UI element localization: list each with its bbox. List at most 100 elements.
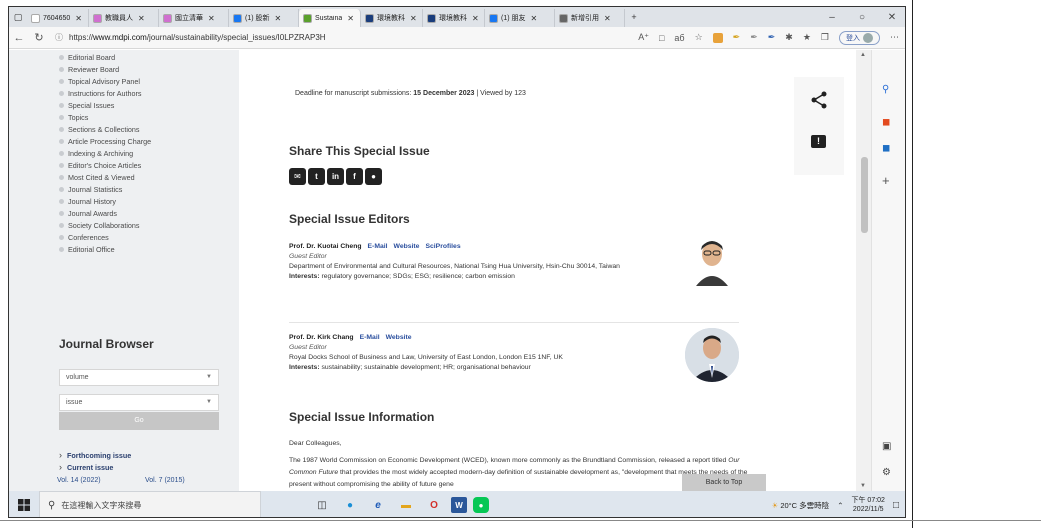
translate-icon[interactable]: aб	[674, 33, 684, 43]
tab-close-icon[interactable]: ✕	[138, 14, 145, 23]
sidebar-item[interactable]: Topics	[59, 113, 88, 122]
tab-close-icon[interactable]: ✕	[208, 14, 215, 23]
current-issue-link[interactable]: › Current issue	[59, 462, 113, 472]
extensions-icon[interactable]: ✱	[785, 32, 793, 43]
back-icon[interactable]: ←	[9, 32, 29, 44]
extension-shopping-icon[interactable]	[712, 32, 723, 43]
refresh-icon[interactable]: ↻	[29, 31, 49, 44]
sidebar-item[interactable]: Most Cited & Viewed	[59, 173, 135, 182]
reader-view-icon[interactable]: □	[659, 33, 664, 43]
sidebar-item[interactable]: Journal Awards	[59, 209, 117, 218]
restore-icon[interactable]: ○	[847, 12, 877, 23]
browser-tab[interactable]: (1) 朋友 ✕	[485, 9, 555, 27]
sidebar-item[interactable]: Society Collaborations	[59, 221, 140, 230]
ie-icon[interactable]: e	[367, 494, 389, 516]
sidebar-item[interactable]: Indexing & Archiving	[59, 149, 133, 158]
browser-tab[interactable]: (1) 股新 ✕	[229, 9, 299, 27]
search-icon[interactable]: ⚲	[882, 84, 889, 95]
back-to-top-button[interactable]: Back to Top	[682, 474, 766, 491]
tab-close-icon[interactable]: ✕	[347, 14, 354, 23]
share-icon[interactable]	[810, 91, 828, 109]
linkedin-icon[interactable]: in	[327, 168, 344, 185]
browser-tab[interactable]: 環境教科 ✕	[423, 9, 485, 27]
new-tab-button[interactable]: +	[625, 7, 643, 27]
scroll-down-icon[interactable]: ▼	[860, 483, 866, 489]
workspaces-icon[interactable]: ▢	[9, 7, 27, 27]
weather-widget[interactable]: ☀ 20°C 多雲時陰	[772, 500, 830, 511]
browser-tab[interactable]: 7604650 ✕	[27, 9, 89, 27]
volume-link-right[interactable]: Vol. 7 (2015)	[145, 477, 185, 484]
sidebar-toggle-icon[interactable]: ▣	[882, 441, 891, 452]
editor-website-link[interactable]: Website	[394, 243, 420, 250]
edge-icon[interactable]: ●	[339, 494, 361, 516]
taskbar-search[interactable]: ⚲ 在這裡輸入文字來搜尋	[39, 491, 261, 517]
favorite-icon[interactable]: ☆	[695, 32, 703, 43]
forthcoming-issue-link[interactable]: › Forthcoming issue	[59, 450, 131, 460]
close-window-icon[interactable]: ✕	[877, 12, 905, 23]
sidebar-item[interactable]: Editor's Choice Articles	[59, 161, 141, 170]
tab-close-icon[interactable]: ✕	[531, 14, 538, 23]
minimize-icon[interactable]: –	[817, 12, 847, 23]
url-field[interactable]: https://www.mdpi.com/journal/sustainabil…	[69, 33, 326, 42]
editor-email-link[interactable]: E-Mail	[360, 334, 380, 341]
sidebar-item[interactable]: Topical Advisory Panel	[59, 77, 140, 86]
collections-icon[interactable]: ❐	[821, 32, 829, 43]
browser-tab[interactable]: 教職員人 ✕	[89, 9, 159, 27]
extension-pen-icon[interactable]: ✒	[733, 32, 741, 43]
word-icon[interactable]: W	[451, 497, 467, 513]
sidebar-item[interactable]: Instructions for Authors	[59, 89, 142, 98]
sidebar-item[interactable]: Conferences	[59, 233, 109, 242]
twitter-icon[interactable]: t	[308, 168, 325, 185]
favorites-bar-icon[interactable]: ★	[803, 32, 811, 43]
browser-tab[interactable]: 國立清華 ✕	[159, 9, 229, 27]
tab-close-icon[interactable]: ✕	[410, 14, 417, 23]
issue-select[interactable]: issue ▼	[59, 394, 219, 411]
more-icon[interactable]: ⋯	[890, 32, 899, 43]
line-icon[interactable]: ●	[473, 497, 489, 513]
sidebar-item[interactable]: Sections & Collections	[59, 125, 140, 134]
editor-email-link[interactable]: E-Mail	[368, 243, 388, 250]
office-app-icon[interactable]: O	[423, 494, 445, 516]
browser-tab[interactable]: Sustaina ✕	[299, 9, 361, 27]
add-icon[interactable]: +	[882, 173, 890, 188]
feedback-icon[interactable]: !	[811, 135, 826, 148]
scroll-up-icon[interactable]: ▲	[860, 52, 866, 58]
tab-close-icon[interactable]: ✕	[75, 14, 82, 23]
volume-select[interactable]: volume ▼	[59, 369, 219, 386]
notification-icon[interactable]: □	[893, 500, 899, 511]
editor-website-link[interactable]: Website	[386, 334, 412, 341]
scroll-thumb[interactable]	[861, 157, 868, 233]
browser-tab[interactable]: 環境教科 ✕	[361, 9, 423, 27]
settings-icon[interactable]: ⚙	[882, 467, 891, 478]
clock[interactable]: 下午 07:02 2022/11/5	[851, 496, 884, 514]
go-button[interactable]: Go	[59, 412, 219, 430]
facebook-icon[interactable]: f	[346, 168, 363, 185]
sidebar-item[interactable]: Editorial Office	[59, 245, 115, 254]
login-button[interactable]: 登入	[839, 30, 880, 45]
page-info-icon[interactable]: ⓘ	[55, 32, 63, 43]
extension-pen-gray-icon[interactable]: ✒	[750, 32, 758, 43]
file-explorer-icon[interactable]: ▬	[395, 494, 417, 516]
read-aloud-icon[interactable]: A⁺	[638, 32, 649, 43]
scrollbar[interactable]: ▲ ▼	[856, 50, 871, 491]
sidebar-item[interactable]: Editorial Board	[59, 53, 115, 62]
tab-close-icon[interactable]: ✕	[604, 14, 611, 23]
wechat-icon[interactable]: ●	[365, 168, 382, 185]
sidebar-item[interactable]: Journal History	[59, 197, 116, 206]
outlook-icon[interactable]: ◼	[882, 143, 890, 154]
tray-expand-icon[interactable]: ⌃	[837, 501, 843, 510]
task-view-icon[interactable]: ◫	[311, 494, 333, 516]
tab-close-icon[interactable]: ✕	[472, 14, 479, 23]
tab-close-icon[interactable]: ✕	[275, 14, 282, 23]
browser-tab[interactable]: 新增引用 ✕	[555, 9, 625, 27]
volume-link-left[interactable]: Vol. 14 (2022)	[57, 477, 101, 484]
sidebar-item[interactable]: Special Issues	[59, 101, 114, 110]
office-icon[interactable]: ◼	[882, 117, 890, 128]
editor-sciprofiles-link[interactable]: SciProfiles	[425, 243, 460, 250]
extension-pen-blue-icon[interactable]: ✒	[768, 32, 776, 43]
start-button[interactable]	[9, 499, 39, 511]
sidebar-item[interactable]: Journal Statistics	[59, 185, 122, 194]
sidebar-item[interactable]: Article Processing Charge	[59, 137, 151, 146]
email-icon[interactable]: ✉	[289, 168, 306, 185]
sidebar-item[interactable]: Reviewer Board	[59, 65, 119, 74]
